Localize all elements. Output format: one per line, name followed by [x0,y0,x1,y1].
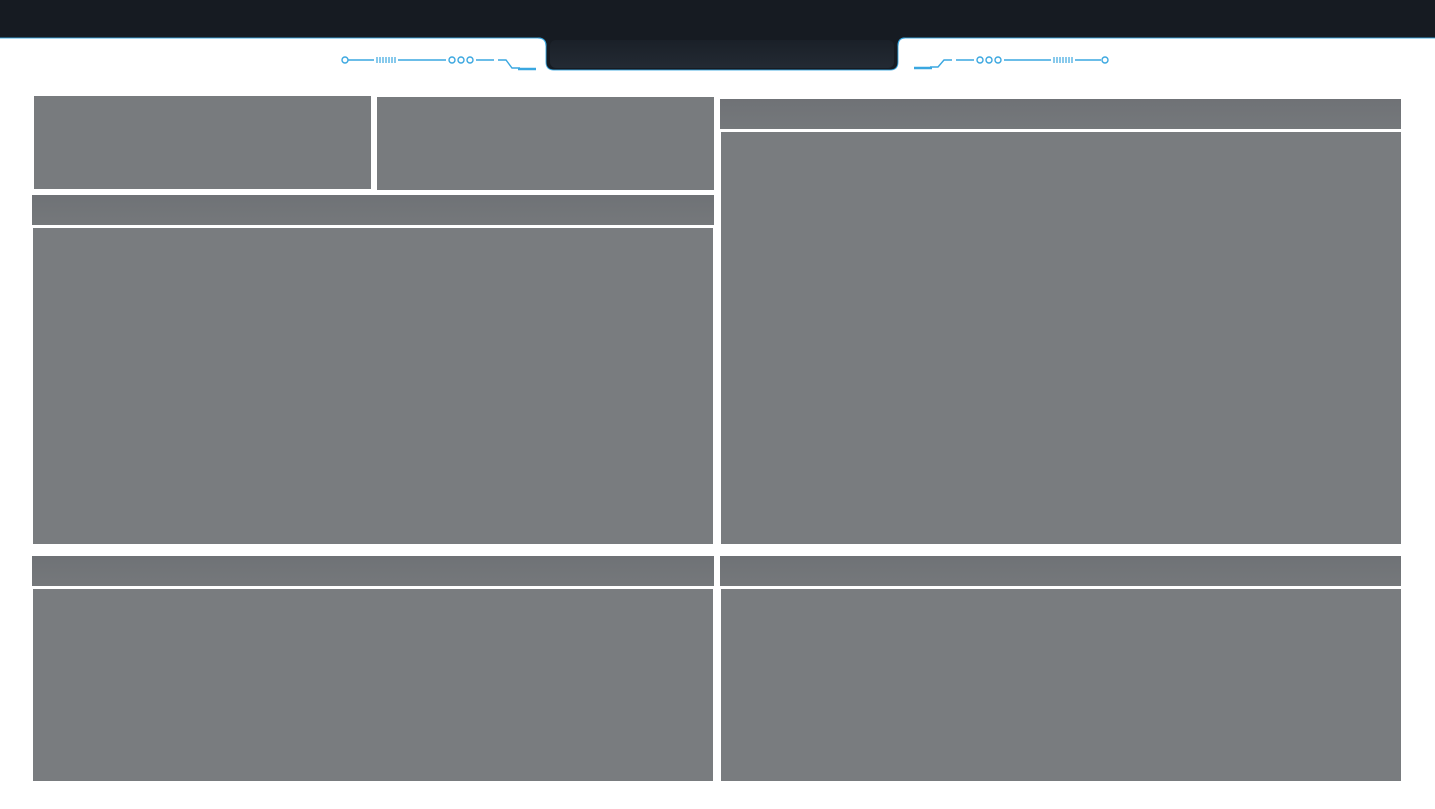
bottom-left-panel-header [32,556,714,588]
stat-card-2-title [377,97,714,113]
stat-card-1 [34,96,371,189]
stat-card-1-title [34,96,371,112]
stat-card-2 [377,97,714,190]
dashboard-header [0,0,1435,72]
right-main-panel-body [721,132,1401,544]
bottom-right-panel-body [721,589,1401,781]
circuit-decoration-left-icon [341,56,536,71]
left-main-panel-body [33,228,713,544]
left-main-panel-header [32,195,714,227]
circuit-decoration-right-icon [914,56,1109,70]
header-title [550,42,894,68]
bottom-left-panel-body [33,589,713,781]
right-main-panel-header [720,99,1401,131]
bottom-right-panel-header [720,556,1401,588]
